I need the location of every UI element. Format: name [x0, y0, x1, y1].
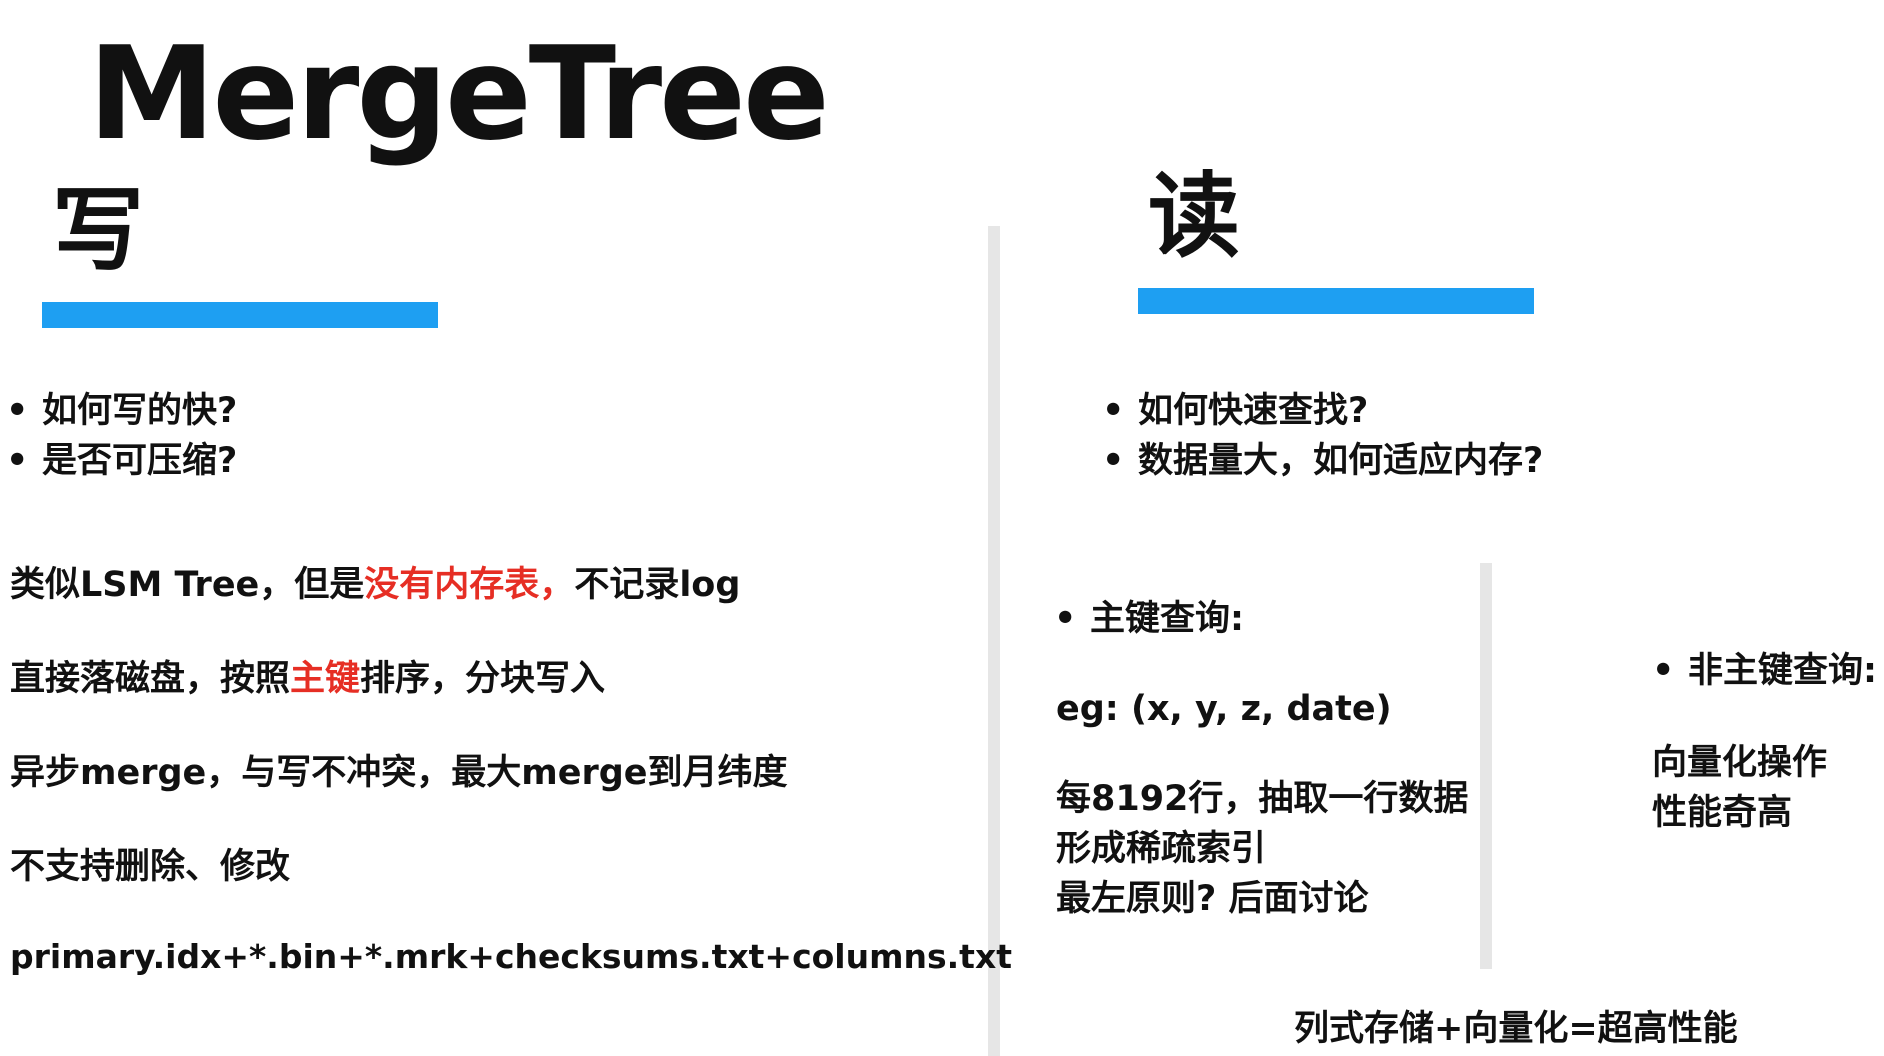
lsm-text: 类似LSM Tree，但是	[10, 565, 365, 605]
read-question-item: 如何快速查找?	[1102, 386, 1543, 436]
write-line-nodelete: 不支持删除、修改	[10, 847, 291, 887]
nonprimary-query-section: 非主键查询:	[1652, 646, 1877, 696]
read-inner-divider	[1480, 563, 1492, 969]
no-memtable-highlight: 没有内存表，	[364, 565, 575, 605]
write-heading: 写	[52, 177, 145, 284]
no-log-text: 不记录log	[574, 565, 741, 605]
sort-text: 排序，分块写入	[360, 659, 606, 699]
primary-key-highlight: 主键	[290, 659, 361, 699]
write-question-item: 是否可压缩?	[6, 436, 237, 486]
primary-query-line: 每8192行，抽取一行数据	[1056, 779, 1469, 819]
nonprimary-query-line: 向量化操作	[1652, 743, 1828, 783]
write-question-item: 如何写的快?	[6, 386, 237, 436]
write-line-merge: 异步merge，与写不冲突，最大merge到月纬度	[10, 753, 788, 793]
write-questions: 如何写的快? 是否可压缩?	[6, 386, 237, 486]
primary-query-line: 形成稀疏索引	[1056, 829, 1267, 869]
write-heading-underline	[42, 302, 438, 328]
primary-query-section: 主键查询:	[1054, 594, 1244, 644]
read-heading: 读	[1148, 163, 1241, 270]
primary-query-line: 最左原则? 后面讨论	[1056, 879, 1369, 919]
read-footer-summary: 列式存储+向量化=超高性能	[1294, 1009, 1738, 1049]
nonprimary-query-line: 性能奇高	[1652, 793, 1793, 833]
primary-query-example: eg: (x, y, z, date)	[1056, 689, 1392, 729]
read-question-item: 数据量大，如何适应内存?	[1102, 436, 1543, 486]
primary-query-title: 主键查询:	[1054, 594, 1244, 644]
nonprimary-query-title: 非主键查询:	[1652, 646, 1877, 696]
write-line-files: primary.idx+*.bin+*.mrk+checksums.txt+co…	[10, 937, 1013, 976]
read-questions: 如何快速查找? 数据量大，如何适应内存?	[1102, 386, 1543, 486]
read-heading-underline	[1138, 288, 1534, 314]
write-line-disk: 直接落磁盘，按照主键排序，分块写入	[10, 655, 605, 703]
write-line-lsm: 类似LSM Tree，但是没有内存表，不记录log	[10, 561, 740, 609]
disk-text: 直接落磁盘，按照	[10, 659, 291, 699]
center-divider	[988, 226, 1000, 1056]
page-title: MergeTree	[88, 20, 830, 169]
